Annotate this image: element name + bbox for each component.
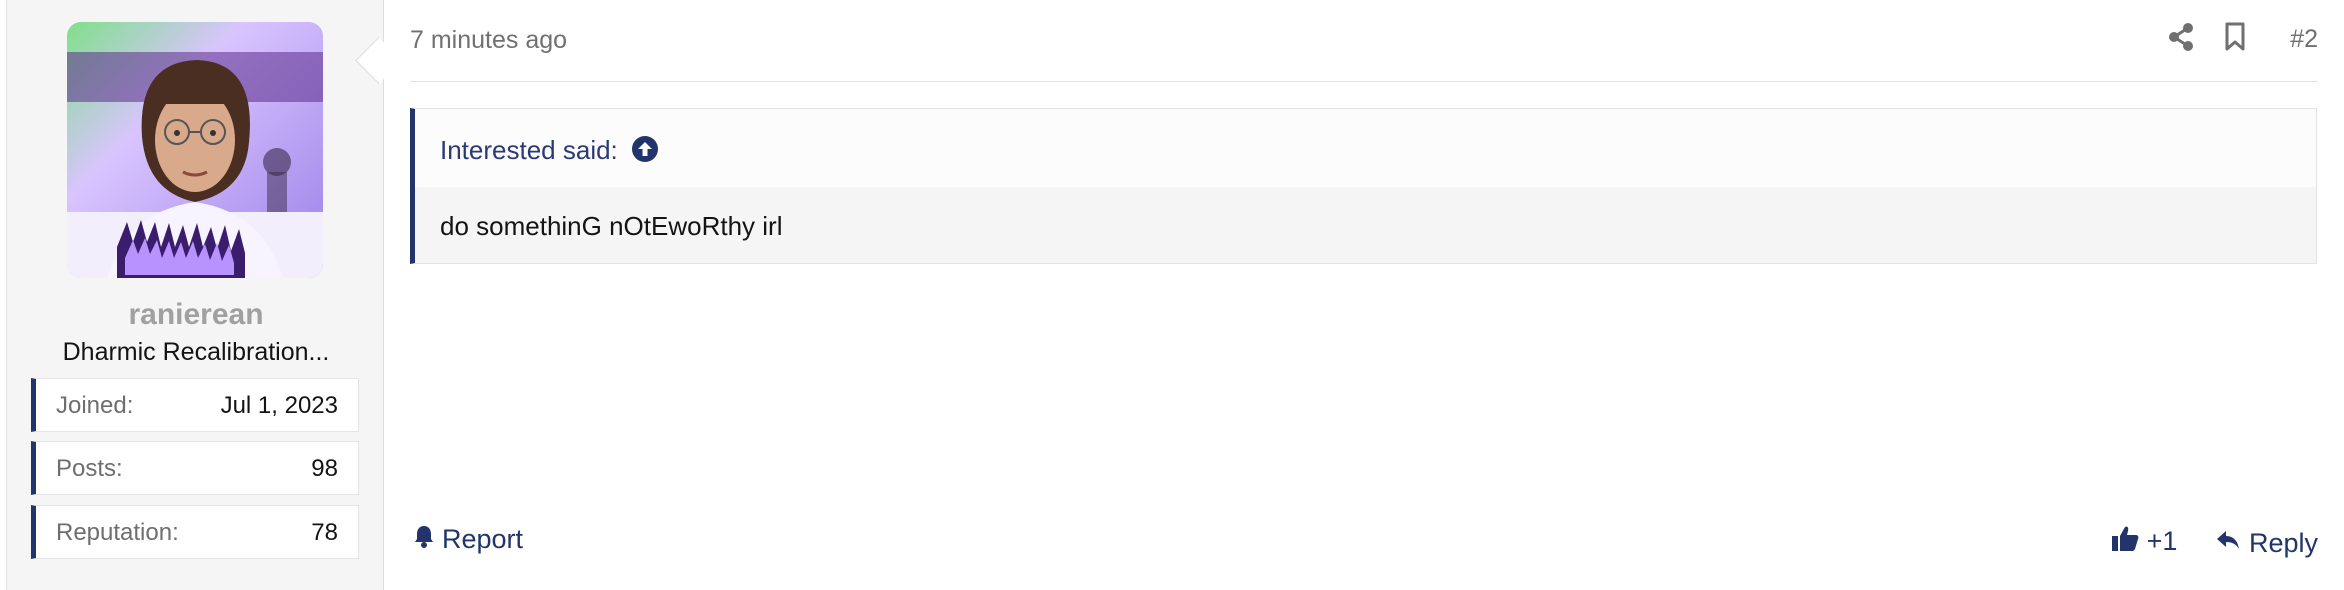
like-button[interactable]: +1 xyxy=(2111,524,2178,559)
header-divider xyxy=(410,81,2318,82)
user-title: Dharmic Recalibration... xyxy=(62,338,330,366)
reply-button[interactable]: Reply xyxy=(2215,528,2318,559)
footer-left: Report xyxy=(414,524,523,555)
quote-text: do somethinG nOtEwoRthy irl xyxy=(440,211,783,241)
avatar[interactable] xyxy=(67,22,323,278)
report-button[interactable]: Report xyxy=(414,524,523,555)
reply-label: Reply xyxy=(2248,528,2318,558)
like-label: +1 xyxy=(2146,526,2178,556)
post-actions: #2 xyxy=(2168,22,2318,58)
stat-label: Reputation: xyxy=(56,519,179,546)
stat-value[interactable]: 98 xyxy=(311,455,338,483)
user-sidebar: ranierean Dharmic Recalibration... Joine… xyxy=(6,0,384,590)
stat-label: Posts: xyxy=(56,455,123,482)
share-icon[interactable] xyxy=(2168,22,2194,57)
report-label: Report xyxy=(442,524,524,554)
bell-icon xyxy=(414,524,434,555)
stat-value: Jul 1, 2023 xyxy=(220,392,338,419)
quote-block: Interested said: do somethinG nOtEwoRthy… xyxy=(410,108,2317,264)
quote-body: do somethinG nOtEwoRthy irl xyxy=(415,187,2316,263)
quote-author[interactable]: Interested said: xyxy=(440,135,618,166)
arrow-up-circle-icon[interactable] xyxy=(631,135,659,168)
username[interactable]: ranierean xyxy=(7,298,385,332)
footer-right: +1 Reply xyxy=(2111,524,2318,559)
stat-value: 78 xyxy=(311,519,338,546)
stat-joined: Joined: Jul 1, 2023 xyxy=(31,378,359,432)
stat-posts: Posts: 98 xyxy=(31,441,359,495)
stat-label: Joined: xyxy=(56,392,134,419)
stat-reputation: Reputation: 78 xyxy=(31,505,359,559)
thumbs-up-icon xyxy=(2111,524,2139,559)
post-number[interactable]: #2 xyxy=(2290,25,2318,54)
bookmark-icon[interactable] xyxy=(2224,22,2246,57)
quote-header: Interested said: xyxy=(415,109,2316,187)
post-timestamp[interactable]: 7 minutes ago xyxy=(410,26,567,55)
reply-icon xyxy=(2215,528,2241,559)
